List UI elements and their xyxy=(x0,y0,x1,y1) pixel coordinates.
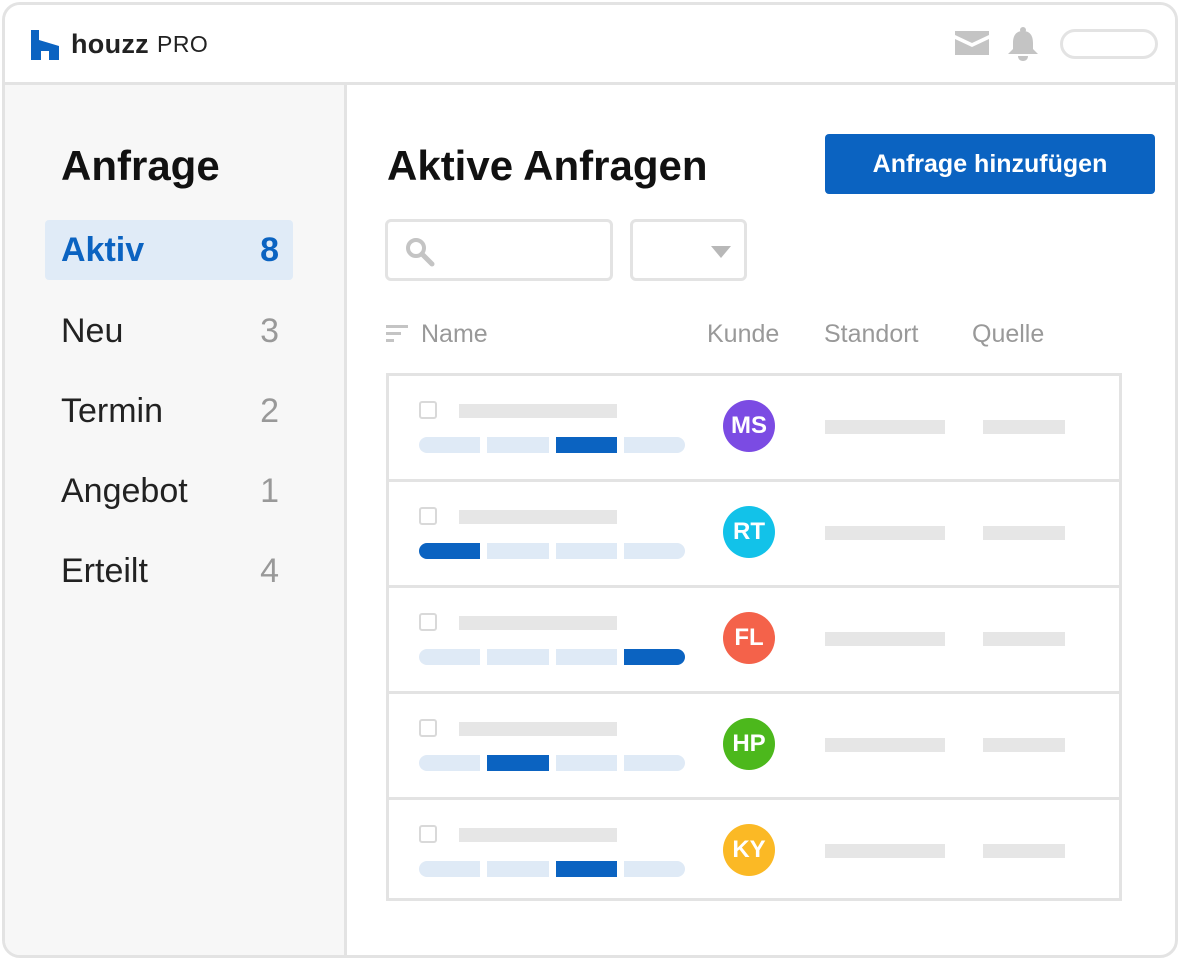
source-placeholder xyxy=(983,632,1065,646)
column-header-client[interactable]: Kunde xyxy=(707,320,779,349)
page-title: Aktive Anfragen xyxy=(387,142,708,189)
account-menu-pill[interactable] xyxy=(1060,29,1158,59)
name-placeholder xyxy=(459,510,617,524)
sidebar-item-label: Termin xyxy=(61,391,164,430)
sidebar-item-count: 1 xyxy=(260,471,279,510)
stage-segment xyxy=(555,861,617,877)
location-placeholder xyxy=(825,738,945,752)
client-avatar: HP xyxy=(723,718,775,770)
row-checkbox[interactable] xyxy=(419,613,437,631)
row-checkbox[interactable] xyxy=(419,719,437,737)
search-icon xyxy=(406,238,435,267)
source-placeholder xyxy=(983,526,1065,540)
stage-segment xyxy=(419,649,481,665)
table-row[interactable]: RT xyxy=(389,482,1119,588)
stage-segment xyxy=(623,649,685,665)
row-checkbox[interactable] xyxy=(419,825,437,843)
stage-segment xyxy=(419,543,481,559)
stage-segment xyxy=(623,755,685,771)
brand-suffix: PRO xyxy=(156,31,209,57)
sidebar-item-angebot[interactable]: Angebot 1 xyxy=(45,461,293,521)
stage-segment xyxy=(623,543,685,559)
stage-segment xyxy=(555,649,617,665)
brand-name: houzz xyxy=(71,29,149,59)
stage-segment xyxy=(487,437,549,453)
table-row[interactable]: FL xyxy=(389,588,1119,694)
name-placeholder xyxy=(459,828,617,842)
stage-progress xyxy=(419,755,685,771)
stage-segment xyxy=(555,437,617,453)
row-checkbox[interactable] xyxy=(419,401,437,419)
stage-segment xyxy=(487,755,549,771)
source-placeholder xyxy=(983,738,1065,752)
stage-segment xyxy=(487,861,549,877)
sort-icon[interactable] xyxy=(386,325,408,343)
sidebar-item-neu[interactable]: Neu 3 xyxy=(45,301,293,361)
stage-segment xyxy=(419,755,481,771)
client-avatar: MS xyxy=(723,400,775,452)
table-row[interactable]: KY xyxy=(389,800,1119,906)
chevron-down-icon xyxy=(711,246,731,258)
client-avatar: FL xyxy=(723,612,775,664)
name-placeholder xyxy=(459,616,617,630)
sidebar-item-aktiv[interactable]: Aktiv 8 xyxy=(45,220,293,280)
client-avatar: KY xyxy=(723,824,775,876)
bell-icon[interactable] xyxy=(1007,27,1039,61)
client-avatar: RT xyxy=(723,506,775,558)
top-bar: houzz PRO xyxy=(5,5,1175,85)
stage-segment xyxy=(623,861,685,877)
location-placeholder xyxy=(825,844,945,858)
sidebar-item-count: 8 xyxy=(260,230,279,269)
stage-segment xyxy=(623,437,685,453)
stage-segment xyxy=(555,755,617,771)
houzz-pro-logo[interactable]: houzz PRO xyxy=(31,29,208,60)
app-window: houzz PRO Anfrage Aktiv 8 Neu 3 Termin 2 xyxy=(2,2,1178,958)
stage-progress xyxy=(419,543,685,559)
mail-icon[interactable] xyxy=(955,31,989,55)
name-placeholder xyxy=(459,722,617,736)
stage-progress xyxy=(419,437,685,453)
sidebar-item-label: Angebot xyxy=(61,471,188,510)
stage-segment xyxy=(419,437,481,453)
sidebar-item-count: 4 xyxy=(260,551,279,590)
stage-progress xyxy=(419,861,685,877)
stage-segment xyxy=(487,649,549,665)
filter-dropdown[interactable] xyxy=(630,219,747,281)
inquiries-table: MS RT FL HP KY xyxy=(386,373,1122,901)
table-row[interactable]: HP xyxy=(389,694,1119,800)
stage-segment xyxy=(555,543,617,559)
sidebar-item-count: 2 xyxy=(260,391,279,430)
sidebar-item-label: Neu xyxy=(61,311,124,350)
column-header-source[interactable]: Quelle xyxy=(972,320,1044,349)
houzz-logo-icon xyxy=(31,29,59,60)
sidebar-title: Anfrage xyxy=(61,142,220,189)
table-row[interactable]: MS xyxy=(389,376,1119,482)
sidebar-item-label: Aktiv xyxy=(61,230,145,269)
source-placeholder xyxy=(983,844,1065,858)
stage-progress xyxy=(419,649,685,665)
sidebar-item-label: Erteilt xyxy=(61,551,148,590)
add-inquiry-button[interactable]: Anfrage hinzufügen xyxy=(825,134,1155,194)
stage-segment xyxy=(419,861,481,877)
location-placeholder xyxy=(825,526,945,540)
source-placeholder xyxy=(983,420,1065,434)
stage-segment xyxy=(487,543,549,559)
location-placeholder xyxy=(825,632,945,646)
row-checkbox[interactable] xyxy=(419,507,437,525)
sidebar-item-erteilt[interactable]: Erteilt 4 xyxy=(45,541,293,601)
column-header-name[interactable]: Name xyxy=(421,320,488,349)
sidebar: Anfrage Aktiv 8 Neu 3 Termin 2 Angebot 1… xyxy=(5,85,347,955)
search-input[interactable] xyxy=(385,219,613,281)
sidebar-item-count: 3 xyxy=(260,311,279,350)
name-placeholder xyxy=(459,404,617,418)
sidebar-item-termin[interactable]: Termin 2 xyxy=(45,381,293,441)
location-placeholder xyxy=(825,420,945,434)
column-header-location[interactable]: Standort xyxy=(824,320,919,349)
